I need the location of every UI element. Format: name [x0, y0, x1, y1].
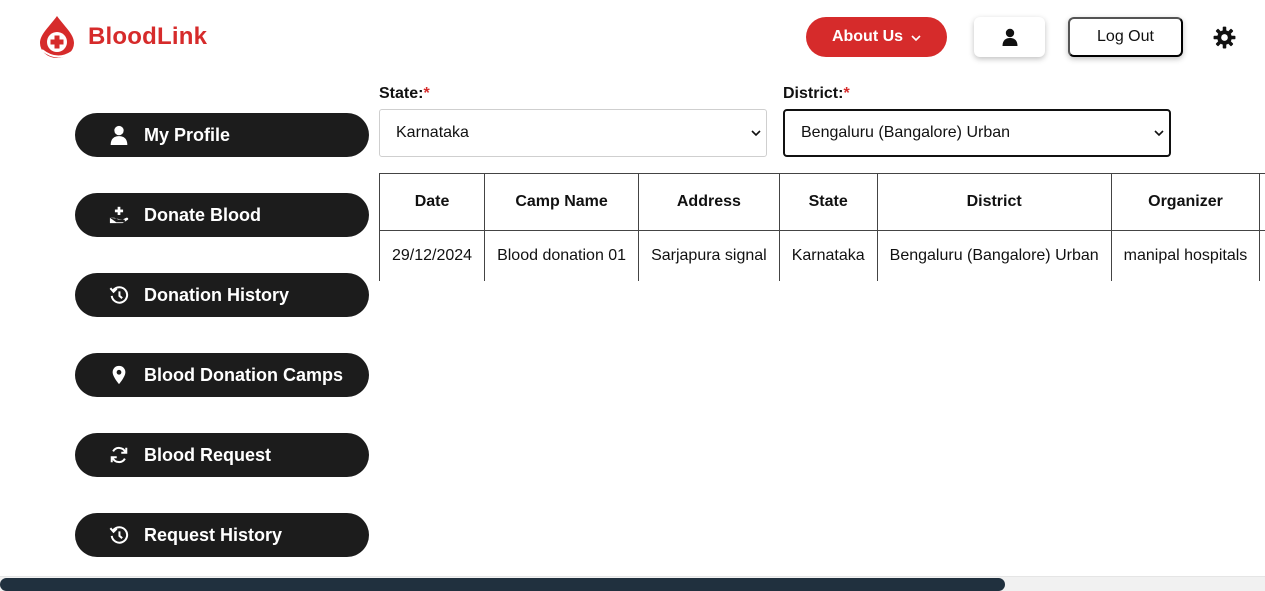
- cell-district: Bengaluru (Bangalore) Urban: [876, 230, 1112, 281]
- column-header-camp-name: Camp Name: [484, 173, 640, 231]
- cell-date: 29/12/2024: [379, 230, 486, 281]
- user-icon: [108, 124, 130, 146]
- column-header-state: State: [778, 173, 878, 231]
- brand-name: BloodLink: [88, 23, 208, 50]
- blood-drop-logo-icon: [40, 16, 74, 58]
- column-header-more: [1259, 173, 1265, 231]
- user-profile-button[interactable]: [974, 17, 1045, 57]
- sidebar-item-blood-donation-camps[interactable]: Blood Donation Camps: [75, 353, 369, 397]
- about-us-button[interactable]: About Us: [806, 17, 947, 57]
- district-select[interactable]: Bengaluru (Bangalore) Urban: [783, 109, 1171, 157]
- column-header-date: Date: [379, 173, 486, 231]
- gear-icon[interactable]: [1212, 25, 1237, 50]
- history-icon: [108, 284, 130, 306]
- state-select[interactable]: Karnataka: [379, 109, 767, 157]
- hand-plus-icon: [108, 204, 130, 226]
- sidebar-item-label: Blood Request: [144, 444, 272, 465]
- column-header-organizer: Organizer: [1110, 173, 1261, 231]
- sidebar-item-donate-blood[interactable]: Donate Blood: [75, 193, 369, 237]
- sidebar-item-my-profile[interactable]: My Profile: [75, 113, 369, 157]
- chevron-down-icon: [751, 130, 761, 137]
- sidebar-item-label: Blood Donation Camps: [144, 364, 343, 385]
- about-us-label: About Us: [831, 28, 904, 45]
- user-icon: [1002, 28, 1017, 46]
- table-header-row: Date Camp Name Address State District Or…: [379, 173, 1265, 231]
- state-label: State:*: [379, 85, 430, 102]
- brand-logo[interactable]: BloodLink: [36, 14, 207, 60]
- horizontal-scrollbar[interactable]: [0, 576, 1265, 591]
- column-header-district: District: [876, 173, 1112, 231]
- cell-address: Sarjapura signal: [638, 230, 780, 281]
- chevron-down-icon: [1154, 130, 1164, 137]
- district-select-value: Bengaluru (Bangalore) Urban: [801, 124, 1011, 141]
- required-mark: *: [843, 85, 850, 102]
- sidebar-item-label: Donate Blood: [144, 204, 261, 225]
- camps-table: Date Camp Name Address State District Or…: [379, 173, 1265, 281]
- sidebar-item-label: Request History: [144, 524, 283, 545]
- required-mark: *: [423, 85, 430, 102]
- logout-button[interactable]: Log Out: [1068, 17, 1183, 57]
- sidebar-item-label: Donation History: [144, 284, 290, 305]
- cell-state: Karnataka: [778, 230, 878, 281]
- sidebar-item-label: My Profile: [144, 124, 231, 145]
- history-icon: [108, 524, 130, 546]
- cell-more: 8: [1259, 230, 1265, 281]
- table-row: 29/12/2024 Blood donation 01 Sarjapura s…: [379, 230, 1265, 281]
- sidebar-item-blood-request[interactable]: Blood Request: [75, 433, 369, 477]
- cell-organizer: manipal hospitals: [1110, 230, 1261, 281]
- column-header-address: Address: [638, 173, 780, 231]
- district-label: District:*: [783, 85, 850, 102]
- state-select-value: Karnataka: [396, 124, 469, 141]
- sidebar-item-request-history[interactable]: Request History: [75, 513, 369, 557]
- cell-camp-name: Blood donation 01: [484, 230, 640, 281]
- sidebar-item-donation-history[interactable]: Donation History: [75, 273, 369, 317]
- refresh-icon: [108, 444, 130, 466]
- scrollbar-thumb[interactable]: [0, 578, 1005, 591]
- map-pin-icon: [108, 364, 130, 386]
- camps-table-container: Date Camp Name Address State District Or…: [379, 173, 1265, 281]
- chevron-down-icon: [911, 35, 921, 42]
